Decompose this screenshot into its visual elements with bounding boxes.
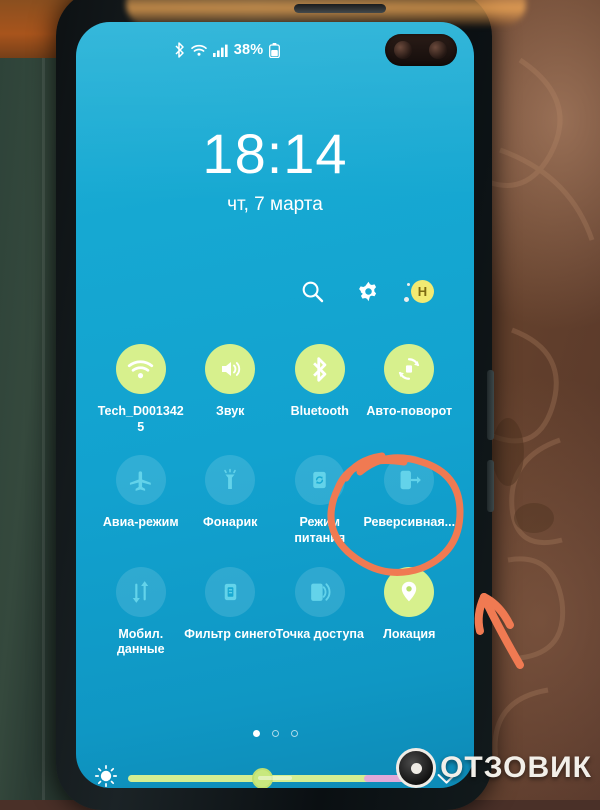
tile-label: Bluetooth [290,404,349,418]
battery-icon [269,42,281,58]
profile-initial: H [417,283,428,299]
watermark-text: ОТЗОВИК [440,751,592,784]
reverse-charging-icon [384,455,435,506]
location-pin-icon [384,566,435,617]
quick-settings-grid: Tech_D0013425 Звук Bluetooth Авто-поворо… [96,344,456,658]
tile-reverse-charging[interactable]: Реверсивная... [363,455,456,546]
status-bar: 38% [76,38,474,62]
tile-label: Фонарик [203,515,258,530]
clock-time: 18:14 [202,122,348,185]
tile-hotspot[interactable]: Точка доступа [275,566,365,658]
tile-power-mode[interactable]: Режим питания [275,455,365,546]
page-dot[interactable] [271,730,279,737]
gear-icon[interactable] [355,278,381,304]
tile-label: Точка доступа [275,626,364,641]
tile-sound[interactable]: Звук [186,344,276,435]
tile-auto-rotate[interactable]: Авто-поворот [365,344,455,435]
wifi-icon [115,344,166,394]
profile-badge[interactable]: H [404,279,434,303]
phone-screen: 38% 18:14 чт, 7 марта H Tech_D0013425 Зв… [76,22,474,788]
power-mode-icon [294,455,345,506]
earpiece-speaker [294,4,386,13]
quick-settings-row: Мобил. данные Фильтр синего Точка доступ… [96,566,455,658]
tile-label: Фильтр синего [184,626,277,641]
search-icon[interactable] [299,278,325,304]
bluetooth-icon [294,344,345,394]
tile-flashlight[interactable]: Фонарик [186,455,276,546]
hotspot-icon [294,566,345,617]
tile-airplane-mode[interactable]: Авиа-режим [96,455,186,546]
home-indicator[interactable] [258,776,292,780]
page-indicator [76,730,474,737]
tile-label: Авто-поворот [366,404,453,418]
bluetooth-icon [174,42,185,58]
tile-bluetooth[interactable]: Bluetooth [275,344,365,435]
cellular-signal-icon [212,44,228,57]
page-dot-active[interactable] [252,730,260,737]
clock-date: чт, 7 марта [227,194,323,215]
panel-action-row: H [299,278,434,304]
battery-percentage: 38% [233,42,264,58]
otzovik-logo-icon [396,748,437,788]
tile-label: Авиа-режим [102,515,179,530]
power-button[interactable] [487,460,494,512]
volume-button[interactable] [487,370,494,440]
flashlight-icon [205,455,256,506]
brightness-sun-icon [94,764,118,788]
blue-light-filter-icon [205,566,256,617]
tile-label: Локация [383,626,436,641]
quick-settings-row: Tech_D0013425 Звук Bluetooth Авто-поворо… [96,344,454,435]
mobile-data-icon [115,566,166,617]
page-dot[interactable] [290,730,298,737]
tile-label: Реверсивная... [363,515,456,530]
tile-blue-light-filter[interactable]: Фильтр синего [184,566,277,658]
tile-label: Звук [216,404,245,418]
clock-widget: 18:14 чт, 7 марта [76,126,474,216]
tile-mobile-data[interactable]: Мобил. данные [96,566,186,658]
tile-label: Tech_D0013425 [97,404,184,434]
wifi-icon [190,44,207,57]
auto-rotate-icon [384,344,435,394]
tile-label: Режим питания [294,515,346,545]
tile-label: Мобил. данные [116,626,165,657]
quick-settings-row: Авиа-режим Фонарик Режим питания Реверси… [96,455,456,546]
tile-wifi[interactable]: Tech_D0013425 [96,344,186,435]
watermark: ОТЗОВИК [396,748,592,788]
sound-icon [205,344,256,394]
airplane-icon [115,455,166,506]
tile-location[interactable]: Локация [365,566,455,658]
